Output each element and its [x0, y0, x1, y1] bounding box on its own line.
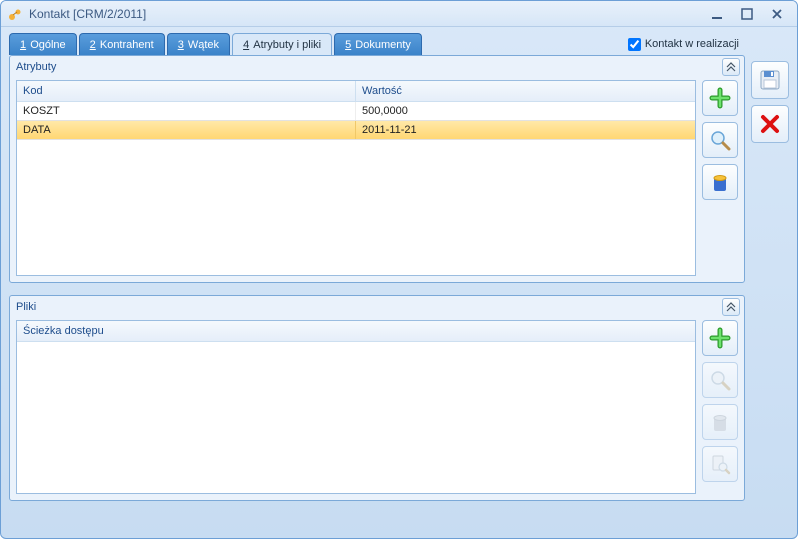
tab-thread[interactable]: 3 Wątek [167, 33, 230, 55]
attributes-collapse-button[interactable] [722, 58, 740, 76]
in-realization-input[interactable] [628, 38, 641, 51]
tab-contractor[interactable]: 2 Kontrahent [79, 33, 165, 55]
attributes-legend: Atrybuty [16, 61, 722, 73]
files-panel: Pliki Ścieżka dostępu [9, 295, 745, 501]
file-add-button[interactable] [702, 320, 738, 356]
attributes-panel: Atrybuty Kod Wartość KOSZT [9, 55, 745, 283]
files-grid[interactable]: Ścieżka dostępu [16, 320, 696, 494]
chevron-up-double-icon [726, 302, 736, 312]
cell-kod: DATA [17, 121, 356, 139]
files-legend: Pliki [16, 301, 722, 313]
magnifier-document-icon [709, 453, 731, 475]
attributes-grid[interactable]: Kod Wartość KOSZT 500,0000 DATA 2011-11-… [16, 80, 696, 276]
contact-window: Kontakt [CRM/2/2011] 1 Ogólne 2 Kontrahe… [0, 0, 798, 539]
cancel-button[interactable] [751, 105, 789, 143]
col-kod[interactable]: Kod [17, 81, 356, 101]
minimize-button[interactable] [709, 6, 725, 22]
plus-icon [709, 327, 731, 349]
chevron-up-double-icon [726, 62, 736, 72]
window-title: Kontakt [CRM/2/2011] [29, 7, 709, 21]
attribute-add-button[interactable] [702, 80, 738, 116]
app-icon [7, 6, 23, 22]
tabstrip: 1 Ogólne 2 Kontrahent 3 Wątek 4 Atrybuty… [9, 33, 745, 55]
trash-icon [709, 171, 731, 193]
floppy-icon [758, 68, 782, 92]
col-wartosc[interactable]: Wartość [356, 81, 695, 101]
file-view-button[interactable] [702, 362, 738, 398]
cell-kod: KOSZT [17, 102, 356, 120]
maximize-button[interactable] [739, 6, 755, 22]
titlebar: Kontakt [CRM/2/2011] [1, 1, 797, 27]
file-delete-button[interactable] [702, 404, 738, 440]
table-row[interactable]: DATA 2011-11-21 [17, 121, 695, 140]
attribute-delete-button[interactable] [702, 164, 738, 200]
in-realization-label: Kontakt w realizacji [645, 38, 739, 50]
col-path[interactable]: Ścieżka dostępu [17, 321, 695, 341]
cell-wartosc: 500,0000 [356, 102, 695, 120]
attribute-view-button[interactable] [702, 122, 738, 158]
trash-icon [709, 411, 731, 433]
magnifier-icon [709, 129, 731, 151]
magnifier-icon [709, 369, 731, 391]
save-button[interactable] [751, 61, 789, 99]
tab-attributes-files[interactable]: 4 Atrybuty i pliki [232, 33, 332, 55]
close-button[interactable] [769, 6, 785, 22]
tab-documents[interactable]: 5 Dokumenty [334, 33, 422, 55]
x-icon [759, 113, 781, 135]
cell-wartosc: 2011-11-21 [356, 121, 695, 139]
tab-general[interactable]: 1 Ogólne [9, 33, 77, 55]
table-row[interactable]: KOSZT 500,0000 [17, 102, 695, 121]
files-collapse-button[interactable] [722, 298, 740, 316]
window-controls [709, 6, 791, 22]
plus-icon [709, 87, 731, 109]
file-attach-button[interactable] [702, 446, 738, 482]
in-realization-checkbox[interactable]: Kontakt w realizacji [622, 38, 745, 51]
